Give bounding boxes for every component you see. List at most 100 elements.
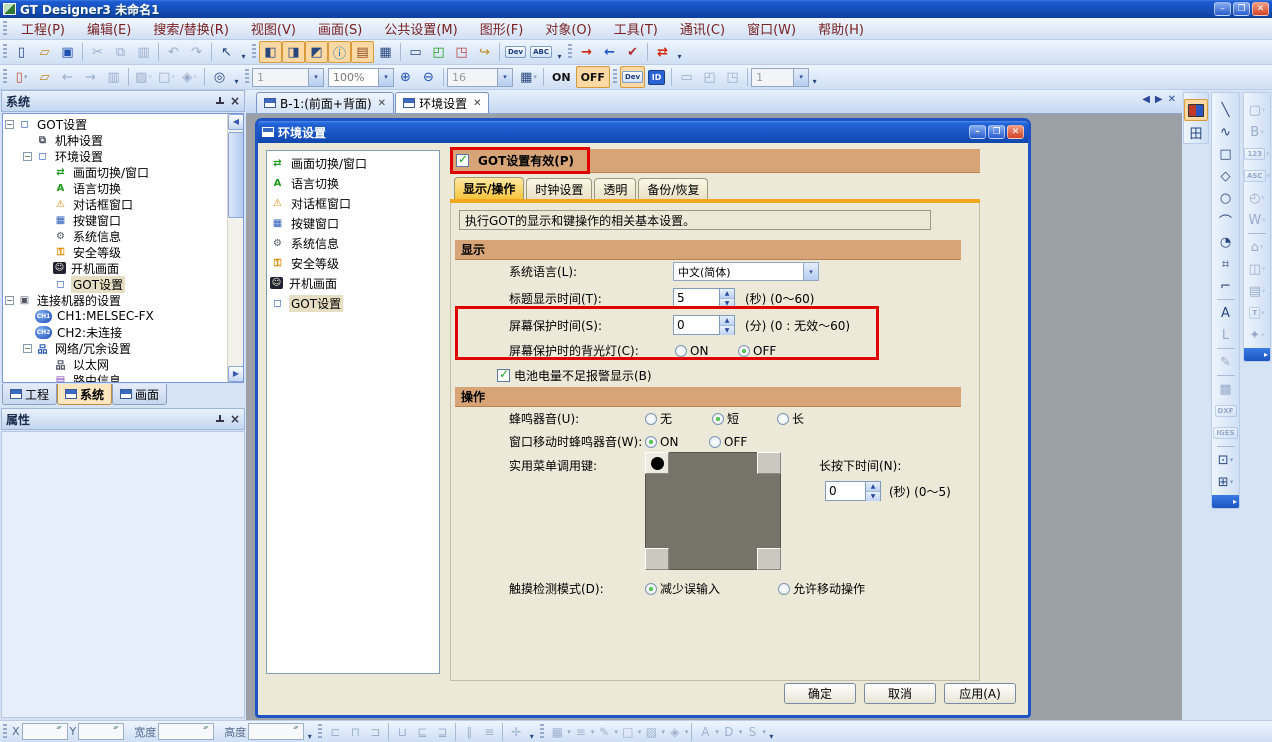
save-button[interactable]: ▣ (56, 41, 79, 63)
touch-reduce-radio[interactable] (645, 583, 657, 595)
shape-style-dropdown[interactable]: D (719, 725, 739, 739)
zoom-in-button[interactable]: ⊕ (394, 66, 417, 88)
y-coordinate-input[interactable] (78, 723, 124, 740)
custom-align-button[interactable]: ✛ (506, 725, 526, 739)
import-dxf-button[interactable]: DXF (1214, 400, 1238, 422)
scroll-down-icon[interactable]: ▶ (228, 366, 244, 382)
text-color-dropdown[interactable]: A (695, 725, 715, 739)
ok-button[interactable]: 确定 (784, 683, 856, 704)
switch-object-dropdown[interactable]: ▢▾ (1245, 99, 1269, 121)
spin-up-icon[interactable]: ▲ (866, 482, 880, 492)
minimize-button[interactable]: – (1214, 2, 1231, 16)
screen-number-combo[interactable]: 1▾ (252, 68, 324, 87)
utility-corner-bottom-right[interactable] (757, 548, 781, 570)
restore-button[interactable]: ❐ (1233, 2, 1250, 16)
report-screen-list-button[interactable]: ◩ (305, 41, 328, 63)
spin-up-icon[interactable]: ▲ (720, 289, 734, 299)
polyline-tool-button[interactable]: ∿ (1214, 121, 1238, 143)
align-right-button[interactable]: ⊐ (365, 725, 385, 739)
tree-item-routing-information[interactable]: ▤路由信息 (5, 372, 243, 383)
width-input[interactable] (158, 723, 214, 740)
frame-style-dropdown[interactable]: □▾ (155, 66, 178, 88)
list-item-got-setup[interactable]: ◻GOT设置 (267, 293, 439, 313)
new-button[interactable]: ▯ (10, 41, 33, 63)
tab-backup-restore[interactable]: 备份/恢复 (638, 178, 708, 199)
text-list-button[interactable]: ABC (528, 41, 554, 63)
window-move-buzzer-on-radio[interactable] (645, 436, 657, 448)
previous-screen-button[interactable]: ← (56, 66, 79, 88)
tree-item-got-settings[interactable]: −◻GOT设置 (5, 116, 243, 132)
distribute-vertical-button[interactable]: ≡ (479, 725, 499, 739)
menu-common-settings[interactable]: 公共设置(M) (373, 19, 468, 38)
zoom-combo[interactable]: 100%▾ (328, 68, 394, 87)
backlight-off-radio[interactable] (738, 345, 750, 357)
align-left-button[interactable]: ⊏ (325, 725, 345, 739)
line-tool-button[interactable]: ╲ (1214, 99, 1238, 121)
device-list-button[interactable]: Dev (503, 41, 528, 63)
list-item-startup-screen[interactable]: ☺开机画面 (267, 273, 439, 293)
tab-close-icon[interactable]: ✕ (378, 98, 386, 109)
numerical-display-dropdown[interactable]: 123▾ (1245, 143, 1269, 165)
sector-tool-button[interactable]: ◔ (1214, 231, 1238, 253)
circle-tool-button[interactable]: ○ (1214, 187, 1238, 209)
open-screen-window-button[interactable]: ◰ (427, 41, 450, 63)
spin-down-icon[interactable]: ▼ (720, 299, 734, 308)
close-screen-window-button[interactable]: ◳ (450, 41, 473, 63)
tree-item-ethernet[interactable]: 品以太网 (5, 356, 243, 372)
title-display-time-spinner[interactable]: 5▲▼ (673, 288, 735, 308)
close-button[interactable]: ✕ (1252, 2, 1269, 16)
expander-icon[interactable]: − (5, 296, 14, 305)
screen-capture-button[interactable]: ⊡▾ (1214, 449, 1238, 471)
scroll-tabs-right-icon[interactable]: ▶ (1155, 94, 1163, 105)
device-data-list-button[interactable]: ▦ (374, 41, 397, 63)
line-width-dropdown[interactable]: ≡ (571, 725, 591, 739)
menu-window[interactable]: 窗口(W) (736, 19, 807, 38)
tree-item-got-setup[interactable]: ◻GOT设置 (5, 276, 243, 292)
tree-item-ch2[interactable]: CH2CH2:未连接 (5, 324, 243, 340)
open-button[interactable]: ▱ (33, 41, 56, 63)
import-iges-button[interactable]: IGES (1214, 422, 1238, 444)
long-press-time-spinner[interactable]: 0▲▼ (825, 481, 881, 501)
window-move-buzzer-off-radio[interactable] (709, 436, 721, 448)
menu-project[interactable]: 工程(P) (10, 19, 76, 38)
screen-jump-button[interactable]: ↪ (473, 41, 496, 63)
distribute-horizontal-button[interactable]: ∥ (459, 725, 479, 739)
ascii-display-dropdown[interactable]: ASC▾ (1245, 165, 1269, 187)
utility-corner-top-left[interactable] (645, 452, 669, 474)
buzzer-short-radio[interactable] (712, 413, 724, 425)
paint-tool-button[interactable]: ✎ (1214, 351, 1238, 373)
new-screen-dropdown[interactable]: ▯▾ (10, 66, 33, 88)
copy-button[interactable]: ⧉ (109, 41, 132, 63)
toolbar-expand-icon[interactable]: ▸ (1244, 348, 1270, 361)
expander-icon[interactable]: − (5, 120, 14, 129)
toolbar-options-icon[interactable]: ▾ (231, 66, 242, 88)
next-screen-button[interactable]: → (79, 66, 102, 88)
pattern-dropdown[interactable]: ▨ (641, 725, 661, 739)
scale-tool-button[interactable]: ⌗ (1214, 253, 1238, 275)
arc-tool-button[interactable]: ⌒ (1214, 209, 1238, 231)
comment-display-dropdown[interactable]: W▾ (1245, 209, 1269, 231)
pin-icon[interactable] (215, 97, 224, 106)
apply-button[interactable]: 应用(A) (944, 683, 1016, 704)
fill-color-dropdown[interactable]: ◈ (665, 725, 685, 739)
menu-search-replace[interactable]: 搜索/替换(R) (142, 19, 240, 38)
toolbar-options-icon[interactable]: ▾ (674, 41, 685, 63)
front-layer-button[interactable]: ▭ (675, 66, 698, 88)
list-item-dialog-window[interactable]: ⚠对话框窗口 (267, 193, 439, 213)
device-display-button[interactable]: Dev (620, 66, 645, 88)
tree-item-language-switching[interactable]: A语言切换 (5, 180, 243, 196)
text-tool-button[interactable]: A (1214, 302, 1238, 324)
line-color-dropdown[interactable]: ✎ (594, 725, 614, 739)
state-off-button[interactable]: OFF (576, 66, 610, 88)
tree-scrollbar[interactable]: ◀ ▶ (227, 114, 243, 382)
system-language-combo[interactable]: 中文(简体)▾ (673, 262, 819, 281)
menu-view[interactable]: 视图(V) (240, 19, 307, 38)
parts-display-dropdown[interactable]: ⌂▾ (1245, 236, 1269, 258)
toolbar-options-icon[interactable]: ▾ (554, 41, 565, 63)
tree-item-key-window[interactable]: ▦按键窗口 (5, 212, 243, 228)
both-layer-button[interactable]: ◳ (721, 66, 744, 88)
tab-display-operation[interactable]: 显示/操作 (454, 177, 524, 199)
menu-tools[interactable]: 工具(T) (603, 19, 669, 38)
parts-list-button[interactable]: ▤ (351, 41, 374, 63)
got-setup-enable-checkbox[interactable] (456, 154, 469, 167)
